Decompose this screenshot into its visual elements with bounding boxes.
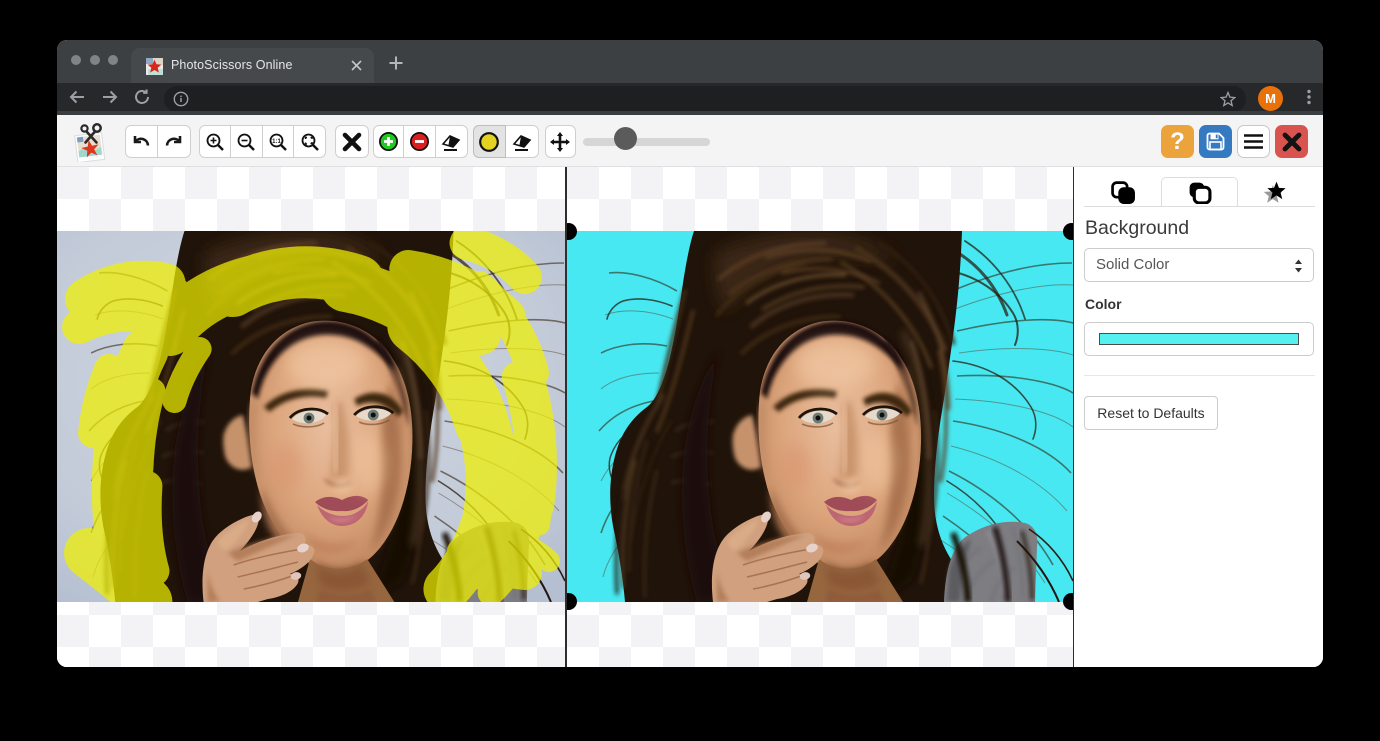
svg-text:1:1: 1:1	[272, 139, 281, 145]
